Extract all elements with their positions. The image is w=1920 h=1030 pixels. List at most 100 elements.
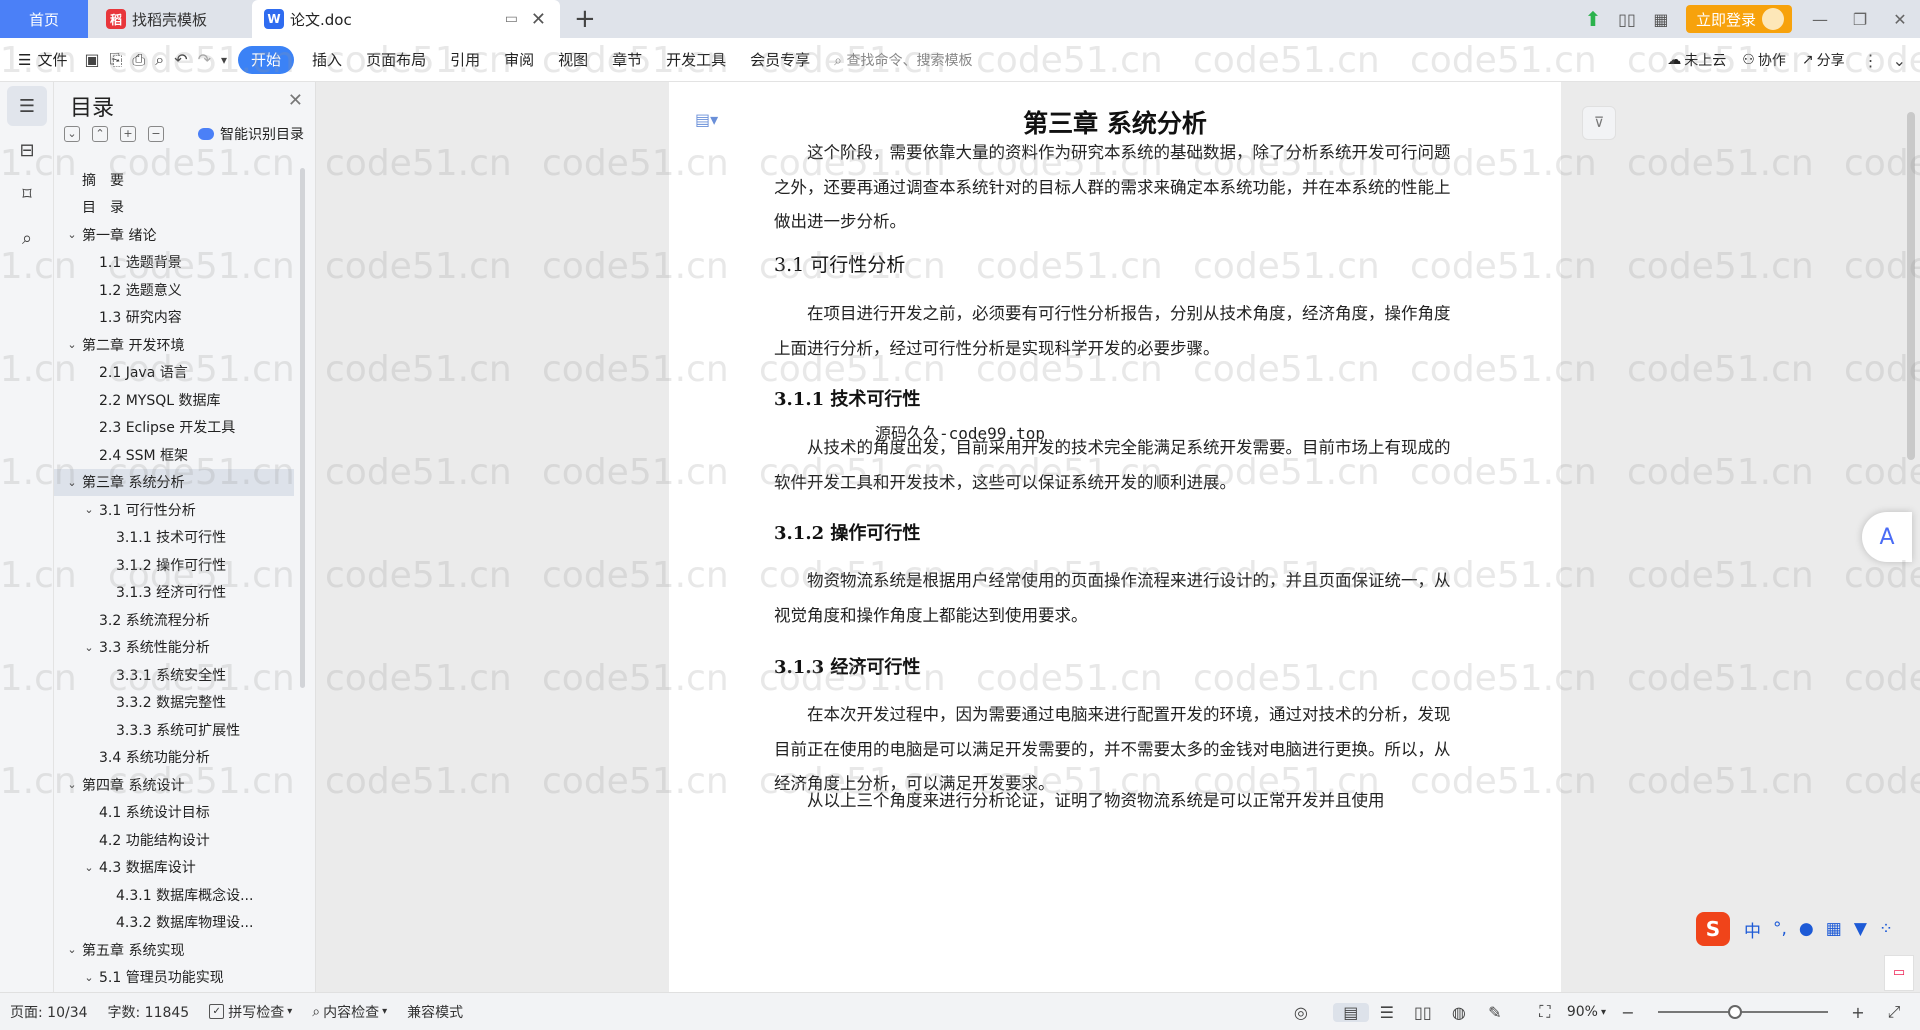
navigation-icon[interactable]: ⊟ bbox=[7, 130, 47, 170]
file-menu[interactable]: ☰ 文件 bbox=[0, 49, 79, 70]
toc-item[interactable]: 1.3 研究内容 bbox=[54, 304, 294, 332]
skin-icon[interactable]: ▼ bbox=[1854, 919, 1867, 939]
tab-page-layout[interactable]: 页面布局 bbox=[354, 49, 438, 70]
filter-icon[interactable]: ⊽ bbox=[1582, 106, 1616, 140]
content-check[interactable]: ⌕ 内容检查 ▾ bbox=[302, 1002, 397, 1022]
microphone-icon[interactable]: ● bbox=[1799, 919, 1814, 939]
customize-toolbar-icon[interactable]: ▾ bbox=[216, 53, 232, 67]
chevron-down-icon[interactable]: ⌄ bbox=[81, 641, 97, 654]
toc-item[interactable]: 3.1.2 操作可行性 bbox=[54, 551, 294, 579]
upgrade-icon[interactable]: ⬆ bbox=[1576, 7, 1610, 31]
tab-start[interactable]: 开始 bbox=[238, 45, 295, 74]
toc-item[interactable]: 2.1 Java 语言 bbox=[54, 359, 294, 387]
toc-item[interactable]: ⌄ 3.3 系统性能分析 bbox=[54, 634, 294, 662]
web-view-icon[interactable]: ◍ bbox=[1441, 1003, 1477, 1022]
redo-icon[interactable]: ↷ bbox=[193, 50, 216, 69]
tab-home[interactable]: 首页 bbox=[0, 0, 88, 38]
command-search[interactable]: ⌕ 查找命令、搜索模板 bbox=[822, 50, 984, 70]
tab-references[interactable]: 引用 bbox=[438, 49, 492, 70]
window-mode-icon[interactable]: ▭ bbox=[505, 11, 518, 27]
toc-item[interactable]: 3.3.1 系统安全性 bbox=[54, 661, 294, 689]
toc-item[interactable]: 3.1.3 经济可行性 bbox=[54, 579, 294, 607]
zoom-out-icon[interactable]: − bbox=[1610, 1003, 1646, 1022]
toc-item[interactable]: 4.2 功能结构设计 bbox=[54, 826, 294, 854]
toc-item[interactable]: 3.3.3 系统可扩展性 bbox=[54, 716, 294, 744]
zoom-level[interactable]: 90% ▾ bbox=[1563, 1004, 1610, 1020]
toc-item[interactable]: 3.4 系统功能分析 bbox=[54, 744, 294, 772]
tab-member[interactable]: 会员专享 bbox=[738, 49, 822, 70]
toc-scrollbar[interactable] bbox=[300, 168, 305, 688]
toc-item[interactable]: ⌄ 4.3 数据库设计 bbox=[54, 854, 294, 882]
toc-item[interactable]: 目 录 bbox=[54, 194, 294, 222]
spell-check[interactable]: ✓ 拼写检查 ▾ bbox=[199, 1002, 302, 1022]
fullscreen-icon[interactable]: ⤢ bbox=[1876, 1002, 1912, 1022]
login-button[interactable]: 立即登录 bbox=[1685, 5, 1792, 33]
print-icon[interactable]: ⎙ bbox=[127, 50, 150, 70]
toc-item[interactable]: 2.4 SSM 框架 bbox=[54, 441, 294, 469]
toc-item[interactable]: ⌄ 第二章 开发环境 bbox=[54, 331, 294, 359]
ime-logo-icon[interactable]: S bbox=[1696, 912, 1730, 946]
chevron-down-icon[interactable]: ⌄ bbox=[64, 778, 80, 791]
collapse-ribbon-icon[interactable]: ⌄ bbox=[1889, 51, 1920, 70]
toc-item[interactable]: 3.3.2 数据完整性 bbox=[54, 689, 294, 717]
find-icon[interactable]: ⌕ bbox=[7, 218, 47, 258]
remove-heading-icon[interactable]: − bbox=[148, 126, 164, 142]
close-tab-icon[interactable]: ✕ bbox=[531, 9, 546, 30]
expand-all-icon[interactable]: ⌄ bbox=[64, 126, 80, 142]
bookmark-icon[interactable]: ⌑ bbox=[7, 174, 47, 214]
page-view-icon[interactable]: ▤ bbox=[1332, 1002, 1369, 1022]
collapse-all-icon[interactable]: ⌃ bbox=[92, 126, 108, 142]
punctuation-icon[interactable]: °, bbox=[1773, 919, 1787, 939]
tab-chapter[interactable]: 章节 bbox=[600, 49, 654, 70]
add-heading-icon[interactable]: + bbox=[120, 126, 136, 142]
keyboard-icon[interactable]: ▦ bbox=[1826, 919, 1842, 939]
toolbox-icon[interactable]: ⁘ bbox=[1879, 919, 1893, 939]
close-window-icon[interactable]: ✕ bbox=[1880, 10, 1920, 29]
grid-apps-icon[interactable]: ▦ bbox=[1644, 10, 1678, 29]
minimize-icon[interactable]: — bbox=[1800, 10, 1840, 29]
toc-item[interactable]: ⌄ 5.1 管理员功能实现 bbox=[54, 964, 294, 992]
zoom-slider[interactable] bbox=[1658, 1005, 1828, 1019]
toc-item[interactable]: ⌄ 第五章 系统实现 bbox=[54, 936, 294, 964]
eye-protection-icon[interactable]: ◎ bbox=[1283, 1003, 1319, 1022]
toc-item[interactable]: 3.2 系统流程分析 bbox=[54, 606, 294, 634]
page-indicator[interactable]: 页面: 10/34 bbox=[0, 1002, 98, 1022]
chevron-down-icon[interactable]: ⌄ bbox=[64, 476, 80, 489]
compat-mode[interactable]: 兼容模式 bbox=[397, 1002, 473, 1022]
toc-panel-icon[interactable]: ☰ bbox=[7, 86, 47, 126]
word-count[interactable]: 字数: 11845 bbox=[98, 1002, 200, 1022]
chevron-down-icon[interactable]: ⌄ bbox=[64, 943, 80, 956]
tab-template[interactable]: 稻 找稻壳模板 bbox=[90, 0, 250, 38]
save-icon[interactable]: ▣ bbox=[79, 50, 104, 69]
ime-language[interactable]: 中 bbox=[1744, 917, 1761, 942]
chevron-down-icon[interactable]: ⌄ bbox=[64, 338, 80, 351]
write-mode-icon[interactable]: ✎ bbox=[1477, 1003, 1513, 1022]
cloud-status[interactable]: ☁ 未上云 bbox=[1659, 50, 1734, 70]
outline-view-icon[interactable]: ☰ bbox=[1369, 1003, 1405, 1022]
smart-toc-button[interactable]: 智能识别目录 bbox=[198, 124, 304, 144]
tab-document[interactable]: W 论文.doc ▭ ✕ bbox=[252, 0, 560, 38]
toc-item[interactable]: ⌄ 第四章 系统设计 bbox=[54, 771, 294, 799]
more-icon[interactable]: ⋮ bbox=[1853, 51, 1889, 70]
reading-view-icon[interactable]: ▯▯ bbox=[1405, 1003, 1441, 1022]
chevron-down-icon[interactable]: ⌄ bbox=[81, 971, 97, 984]
ai-assistant-icon[interactable]: A bbox=[1862, 512, 1912, 562]
collab-button[interactable]: ⚇ 协作 bbox=[1734, 50, 1794, 70]
toc-item[interactable]: 1.2 选题意义 bbox=[54, 276, 294, 304]
new-tab-button[interactable]: + bbox=[574, 4, 596, 34]
reading-mode-icon[interactable]: ▯▯ bbox=[1610, 10, 1644, 29]
toc-item[interactable]: 摘 要 bbox=[54, 166, 294, 194]
chevron-down-icon[interactable]: ⌄ bbox=[81, 861, 97, 874]
tab-review[interactable]: 审阅 bbox=[492, 49, 546, 70]
toc-item[interactable]: ⌄ 第三章 系统分析 bbox=[54, 468, 294, 496]
toc-item[interactable]: 4.3.2 数据库物理设... bbox=[54, 909, 294, 937]
share-button[interactable]: ↗ 分享 bbox=[1794, 50, 1853, 70]
toc-item[interactable]: 4.3.1 数据库概念设... bbox=[54, 881, 294, 909]
toc-item[interactable]: 2.3 Eclipse 开发工具 bbox=[54, 414, 294, 442]
tab-developer[interactable]: 开发工具 bbox=[654, 49, 738, 70]
close-icon[interactable]: ✕ bbox=[288, 90, 303, 111]
chevron-down-icon[interactable]: ⌄ bbox=[64, 228, 80, 241]
tab-insert[interactable]: 插入 bbox=[300, 49, 354, 70]
tab-view[interactable]: 视图 bbox=[546, 49, 600, 70]
export-pdf-icon[interactable]: ⎘ bbox=[105, 50, 128, 70]
